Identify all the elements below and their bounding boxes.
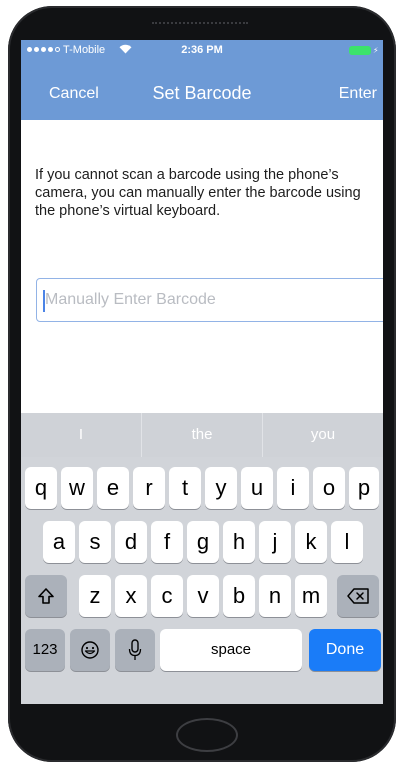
key-g[interactable]: g [187, 521, 219, 563]
navigation-bar: Cancel Set Barcode Enter [21, 62, 383, 120]
key-h[interactable]: h [223, 521, 255, 563]
key-d[interactable]: d [115, 521, 147, 563]
status-time: 2:36 PM [181, 44, 223, 56]
key-r[interactable]: r [133, 467, 165, 509]
key-c[interactable]: c [151, 575, 183, 617]
text-cursor [43, 290, 45, 312]
shift-icon [38, 588, 54, 604]
backspace-key[interactable] [337, 575, 379, 617]
backspace-icon [347, 588, 369, 604]
top-bar: T-Mobile 2:36 PM ⚡ Cancel Set Barcode En… [21, 40, 383, 120]
virtual-keyboard: I the you q w e r t y u i o p a s d f g … [21, 413, 383, 704]
key-t[interactable]: t [169, 467, 201, 509]
predictive-suggestions: I the you [21, 413, 383, 457]
home-button[interactable] [176, 718, 238, 752]
space-key[interactable]: space [160, 629, 302, 671]
battery-icon: ⚡ [349, 46, 379, 56]
dictation-key[interactable] [115, 629, 155, 671]
key-s[interactable]: s [79, 521, 111, 563]
key-z[interactable]: z [79, 575, 111, 617]
barcode-input[interactable] [36, 278, 383, 322]
suggestion-item[interactable]: the [141, 413, 262, 457]
key-a[interactable]: a [43, 521, 75, 563]
key-u[interactable]: u [241, 467, 273, 509]
key-w[interactable]: w [61, 467, 93, 509]
key-x[interactable]: x [115, 575, 147, 617]
done-key[interactable]: Done [309, 629, 381, 671]
suggestion-item[interactable]: you [262, 413, 383, 457]
key-q[interactable]: q [25, 467, 57, 509]
phone-frame: T-Mobile 2:36 PM ⚡ Cancel Set Barcode En… [8, 6, 396, 762]
key-n[interactable]: n [259, 575, 291, 617]
microphone-icon [128, 639, 142, 660]
key-f[interactable]: f [151, 521, 183, 563]
instructions-text: If you cannot scan a barcode using the p… [35, 167, 361, 219]
status-bar: T-Mobile 2:36 PM ⚡ [21, 40, 383, 62]
shift-key[interactable] [25, 575, 67, 617]
key-k[interactable]: k [295, 521, 327, 563]
emoji-icon [81, 641, 99, 659]
page-title: Set Barcode [152, 83, 252, 103]
phone-screen: T-Mobile 2:36 PM ⚡ Cancel Set Barcode En… [21, 40, 383, 704]
key-y[interactable]: y [205, 467, 237, 509]
numbers-key[interactable]: 123 [25, 629, 65, 671]
suggestion-item[interactable]: I [21, 413, 141, 457]
earpiece-speaker [152, 22, 248, 28]
key-i[interactable]: i [277, 467, 309, 509]
key-v[interactable]: v [187, 575, 219, 617]
enter-button[interactable]: Enter [339, 85, 377, 103]
key-j[interactable]: j [259, 521, 291, 563]
key-e[interactable]: e [97, 467, 129, 509]
emoji-key[interactable] [70, 629, 110, 671]
key-b[interactable]: b [223, 575, 255, 617]
key-p[interactable]: p [349, 467, 379, 509]
key-m[interactable]: m [295, 575, 327, 617]
key-l[interactable]: l [331, 521, 363, 563]
key-o[interactable]: o [313, 467, 345, 509]
